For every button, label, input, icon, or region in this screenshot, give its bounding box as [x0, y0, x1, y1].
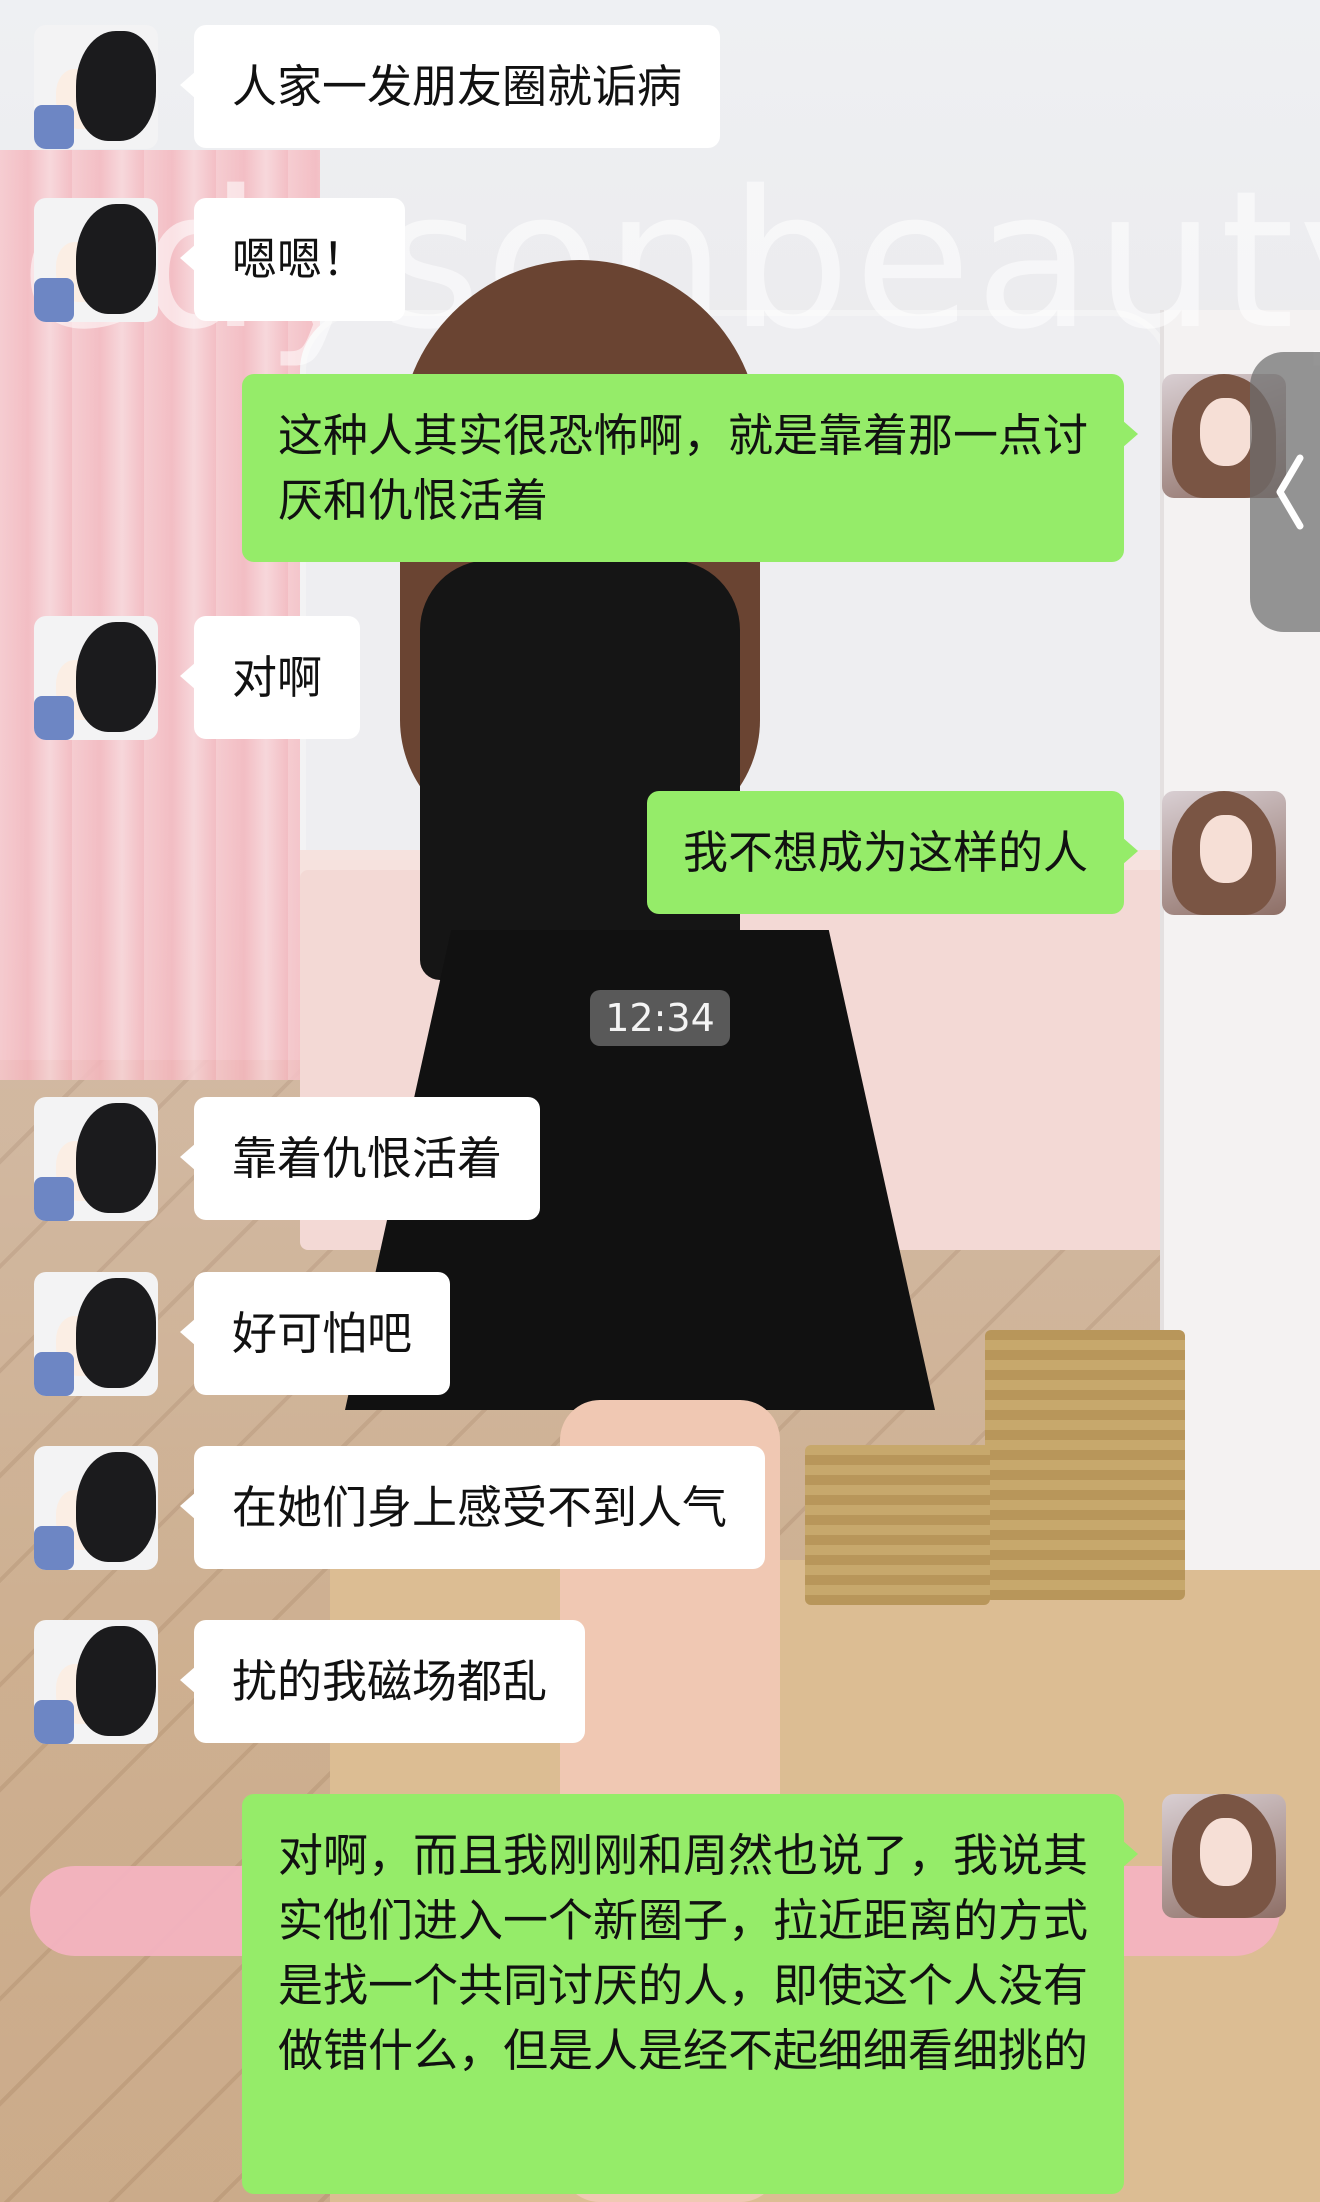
message-bubble-incoming[interactable]: 嗯嗯！: [179, 198, 406, 321]
message-bubble-incoming[interactable]: 人家一发朋友圈就诟病: [179, 25, 721, 148]
message-bubble-outgoing[interactable]: 这种人其实很恐怖啊，就是靠着那一点讨厌和仇恨活着: [242, 374, 1138, 562]
message-bubble-incoming[interactable]: 靠着仇恨活着: [179, 1097, 541, 1220]
chat-timestamp: 12:34: [590, 990, 730, 1046]
chevron-left-icon: [1276, 454, 1304, 530]
self-avatar[interactable]: [1162, 791, 1286, 915]
message-bubble-incoming[interactable]: 好可怕吧: [179, 1272, 451, 1395]
friend-avatar[interactable]: [34, 1272, 158, 1396]
friend-avatar[interactable]: [34, 1097, 158, 1221]
message-bubble-outgoing[interactable]: 对啊，而且我刚刚和周然也说了，我说其实他们进入一个新圈子，拉近距离的方式是找一个…: [242, 1794, 1138, 2194]
friend-avatar[interactable]: [34, 198, 158, 322]
friend-avatar[interactable]: [34, 616, 158, 740]
side-panel-handle[interactable]: [1250, 352, 1320, 632]
message-bubble-incoming[interactable]: 在她们身上感受不到人气: [179, 1446, 766, 1569]
friend-avatar[interactable]: [34, 25, 158, 149]
bg-basket: [985, 1330, 1185, 1600]
bg-figure-dress: [420, 560, 740, 980]
message-bubble-outgoing[interactable]: 我不想成为这样的人: [646, 791, 1139, 914]
self-avatar[interactable]: [1162, 1794, 1286, 1918]
friend-avatar[interactable]: [34, 1446, 158, 1570]
friend-avatar[interactable]: [34, 1620, 158, 1744]
bg-basket: [805, 1445, 990, 1605]
message-bubble-incoming[interactable]: 对啊: [179, 616, 361, 739]
message-bubble-incoming[interactable]: 扰的我磁场都乱: [179, 1620, 586, 1743]
